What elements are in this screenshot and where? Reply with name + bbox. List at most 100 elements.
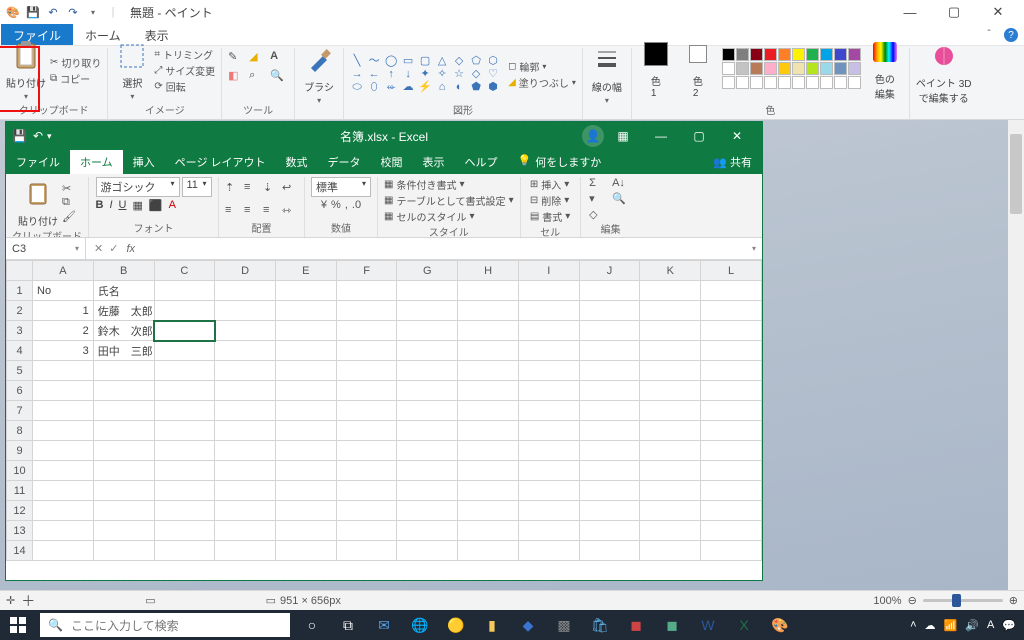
grid-cell[interactable] [640, 481, 701, 501]
qat-dropdown-icon[interactable]: ▾ [84, 3, 102, 21]
worksheet-grid[interactable]: ABCDEFGHIJKL1No氏名21佐藤 太郎32鈴木 次郎43田中 三郎56… [6, 260, 762, 580]
grid-cell[interactable] [33, 361, 94, 381]
edit-colors-button[interactable]: 色の 編集 [867, 35, 903, 101]
color-swatch[interactable] [722, 62, 735, 75]
col-header[interactable]: H [458, 261, 519, 281]
grid-cell[interactable] [93, 541, 154, 561]
grid-cell[interactable] [154, 521, 215, 541]
row-header[interactable]: 12 [7, 501, 33, 521]
grid-cell[interactable] [215, 301, 276, 321]
taskview-icon[interactable]: ⧉ [330, 610, 366, 640]
grid-cell[interactable] [154, 441, 215, 461]
grid-cell[interactable] [275, 301, 336, 321]
color-swatch[interactable] [778, 62, 791, 75]
grid-cell[interactable] [579, 461, 640, 481]
col-header[interactable]: I [518, 261, 579, 281]
col-header[interactable]: F [336, 261, 397, 281]
grid-cell[interactable] [33, 441, 94, 461]
grid-cell[interactable] [397, 481, 458, 501]
paint-canvas[interactable]: 💾 ↶ ▾ 名簿.xlsx - Excel 👤 ▦ — ▢ ✕ ファイル ホーム… [0, 120, 1024, 590]
color-swatch[interactable] [764, 48, 777, 61]
excel-undo-icon[interactable]: ↶ [33, 129, 43, 143]
xl-tab-data[interactable]: データ [318, 150, 371, 174]
add-button[interactable]: ＋ [21, 591, 35, 611]
grid-cell[interactable] [154, 401, 215, 421]
grid-cell[interactable] [154, 361, 215, 381]
grid-cell[interactable] [93, 401, 154, 421]
color-swatch[interactable] [792, 48, 805, 61]
grid-cell[interactable] [93, 501, 154, 521]
app-icon-3[interactable]: ◼ [618, 610, 654, 640]
xl-paste-button[interactable]: 貼り付け [18, 177, 58, 228]
bold-button[interactable]: B [96, 199, 104, 212]
grid-cell[interactable] [640, 521, 701, 541]
color-swatch[interactable] [820, 62, 833, 75]
tray-wifi-icon[interactable]: 📶 [944, 619, 958, 632]
color-swatch[interactable] [750, 76, 763, 89]
clear-button[interactable]: ◇ [589, 208, 609, 221]
grid-cell[interactable] [518, 341, 579, 361]
grid-cell[interactable] [336, 441, 397, 461]
row-header[interactable]: 10 [7, 461, 33, 481]
grid-cell[interactable] [336, 521, 397, 541]
grid-cell[interactable] [154, 541, 215, 561]
grid-cell[interactable] [701, 481, 762, 501]
grid-cell[interactable] [579, 541, 640, 561]
grid-cell[interactable] [640, 441, 701, 461]
grid-cell[interactable] [701, 521, 762, 541]
grid-cell[interactable] [275, 401, 336, 421]
col-header[interactable]: C [154, 261, 215, 281]
grid-cell[interactable] [518, 381, 579, 401]
align-r[interactable]: ≡ [263, 204, 279, 216]
color-swatch[interactable] [834, 76, 847, 89]
row-header[interactable]: 5 [7, 361, 33, 381]
paint-app-taskicon[interactable]: 🎨 [762, 610, 798, 640]
grid-cell[interactable] [518, 521, 579, 541]
color-palette[interactable] [722, 48, 861, 89]
grid-cell[interactable] [518, 361, 579, 381]
tell-me-button[interactable]: 💡何をしますか [508, 150, 612, 174]
row-header[interactable]: 7 [7, 401, 33, 421]
percent-button[interactable]: % [331, 199, 341, 211]
col-header[interactable]: J [579, 261, 640, 281]
grid-cell[interactable] [93, 461, 154, 481]
color-swatch[interactable] [834, 62, 847, 75]
grid-cell[interactable] [701, 421, 762, 441]
grid-cell[interactable] [458, 281, 519, 301]
cortana-icon[interactable]: ○ [294, 610, 330, 640]
grid-cell[interactable] [518, 301, 579, 321]
grid-cell[interactable] [275, 441, 336, 461]
grid-cell[interactable] [458, 401, 519, 421]
grid-cell[interactable]: 2 [33, 321, 94, 341]
ribbon-collapse-icon[interactable]: ˆ [978, 24, 1000, 45]
excel-displaymode-icon[interactable]: ▦ [604, 122, 642, 150]
row-header[interactable]: 1 [7, 281, 33, 301]
color-swatch[interactable] [848, 48, 861, 61]
grid-cell[interactable] [215, 541, 276, 561]
grid-cell[interactable] [33, 381, 94, 401]
grid-cell[interactable] [336, 361, 397, 381]
zoom-out-button[interactable]: ⊖ [908, 594, 917, 607]
name-box[interactable]: C3▾ [6, 238, 86, 259]
grid-cell[interactable] [33, 521, 94, 541]
grid-cell[interactable] [336, 381, 397, 401]
grid-cell[interactable] [579, 481, 640, 501]
fill-button[interactable]: ▾ [589, 192, 609, 205]
color-swatch[interactable] [806, 62, 819, 75]
grid-cell[interactable] [397, 521, 458, 541]
grid-cell[interactable] [397, 301, 458, 321]
font-name-select[interactable]: 游ゴシック▾ [96, 177, 180, 197]
paint3d-button[interactable]: ペイント 3D で編集する [916, 39, 972, 105]
grid-cell[interactable] [579, 441, 640, 461]
grid-cell[interactable] [701, 541, 762, 561]
grid-cell[interactable] [336, 481, 397, 501]
grid-cell[interactable] [458, 461, 519, 481]
cond-format-button[interactable]: ▦条件付き書式 ▾ [384, 177, 514, 192]
grid-cell[interactable] [215, 321, 276, 341]
grid-cell[interactable] [93, 481, 154, 501]
color-swatch[interactable] [764, 62, 777, 75]
xl-tab-layout[interactable]: ページ レイアウト [165, 150, 276, 174]
color-swatch[interactable] [820, 76, 833, 89]
merge[interactable]: ⇿ [282, 204, 298, 217]
enter-formula-icon[interactable]: ✓ [109, 242, 118, 255]
